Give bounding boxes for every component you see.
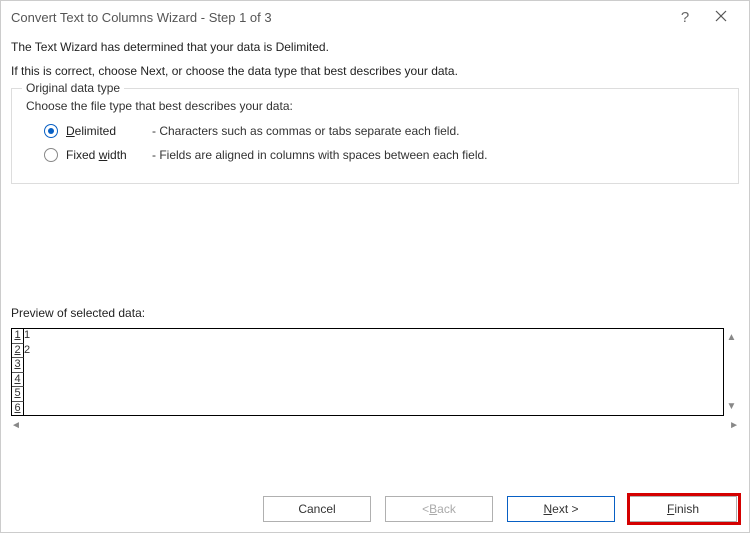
finish-button[interactable]: Finish: [629, 496, 737, 522]
row-value: 2: [24, 344, 723, 359]
row-value: [24, 387, 723, 402]
group-prompt: Choose the file type that best describes…: [26, 99, 724, 113]
preview-table: 11223456: [11, 328, 724, 416]
radio-fixed-width[interactable]: Fixed width - Fields are aligned in colu…: [44, 145, 724, 165]
radio-delimited[interactable]: Delimited - Characters such as commas or…: [44, 121, 724, 141]
window-title: Convert Text to Columns Wizard - Step 1 …: [11, 10, 667, 25]
row-number: 3: [12, 358, 24, 373]
radio-icon: [44, 148, 58, 162]
group-legend: Original data type: [22, 81, 124, 95]
table-row: 6: [12, 402, 723, 417]
table-row: 22: [12, 344, 723, 359]
scroll-up-icon[interactable]: ▲: [724, 332, 739, 343]
close-icon: [715, 10, 727, 22]
horizontal-scrollbar[interactable]: ◄ ►: [11, 418, 739, 433]
radio-delimited-desc: - Characters such as commas or tabs sepa…: [152, 124, 459, 138]
radio-fixed-label: Fixed width: [66, 148, 152, 162]
radio-delimited-label: Delimited: [66, 124, 152, 138]
cancel-button[interactable]: Cancel: [263, 496, 371, 522]
table-row: 3: [12, 358, 723, 373]
row-number: 5: [12, 387, 24, 402]
vertical-scrollbar[interactable]: ▲ ▼: [724, 328, 739, 416]
close-button[interactable]: [703, 10, 739, 25]
table-row: 11: [12, 329, 723, 344]
row-number: 2: [12, 344, 24, 359]
table-row: 5: [12, 387, 723, 402]
help-button[interactable]: ?: [667, 9, 703, 26]
row-number: 1: [12, 329, 24, 344]
radio-icon: [44, 124, 58, 138]
preview-label: Preview of selected data:: [1, 306, 749, 320]
row-value: [24, 358, 723, 373]
radio-fixed-desc: - Fields are aligned in columns with spa…: [152, 148, 488, 162]
row-number: 4: [12, 373, 24, 388]
intro-text-2: If this is correct, choose Next, or choo…: [11, 64, 739, 78]
title-bar: Convert Text to Columns Wizard - Step 1 …: [1, 1, 749, 34]
table-row: 4: [12, 373, 723, 388]
back-button[interactable]: < Back: [385, 496, 493, 522]
scroll-right-icon[interactable]: ►: [729, 420, 739, 431]
original-data-type-group: Original data type Choose the file type …: [11, 88, 739, 184]
row-number: 6: [12, 402, 24, 417]
row-value: [24, 402, 723, 417]
scroll-down-icon[interactable]: ▼: [724, 401, 739, 412]
row-value: 1: [24, 329, 723, 344]
button-row: Cancel < Back Next > Finish: [263, 496, 737, 522]
intro-text-1: The Text Wizard has determined that your…: [11, 40, 739, 54]
row-value: [24, 373, 723, 388]
next-button[interactable]: Next >: [507, 496, 615, 522]
scroll-left-icon[interactable]: ◄: [11, 420, 21, 431]
